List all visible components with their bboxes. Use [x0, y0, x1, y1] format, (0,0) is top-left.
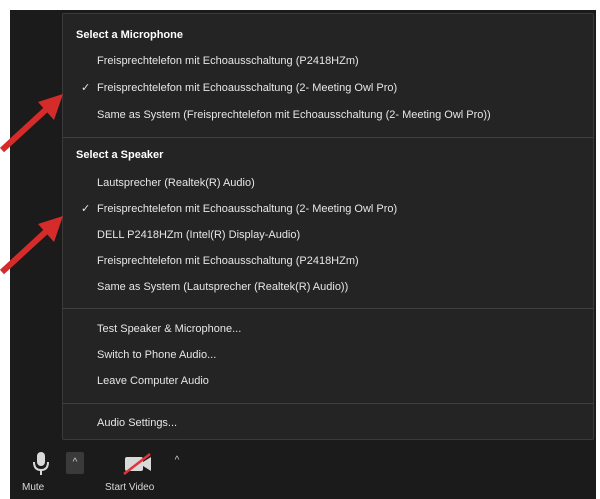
video-options-caret-button[interactable]: ^	[170, 452, 184, 470]
mute-label: Mute	[22, 482, 45, 493]
mic-option-3[interactable]: Same as System (Freisprechtelefon mit Ec…	[63, 104, 593, 126]
check-icon: ✓	[81, 203, 91, 215]
menu-item-label: Audio Settings...	[97, 417, 178, 429]
check-icon: ✓	[81, 82, 91, 94]
leave-computer-audio-item[interactable]: Leave Computer Audio	[63, 370, 593, 392]
mic-option-label: Same as System (Freisprechtelefon mit Ec…	[97, 109, 491, 121]
arrow-annotation-icon	[0, 216, 63, 275]
divider	[63, 137, 593, 138]
speaker-section-title: Select a Speaker	[76, 149, 164, 161]
start-video-button[interactable]: Start Video	[105, 448, 175, 496]
speaker-option-2[interactable]: ✓ Freisprechtelefon mit Echoausschaltung…	[63, 198, 593, 220]
mic-option-label: Freisprechtelefon mit Echoausschaltung (…	[97, 55, 359, 67]
audio-options-caret-button[interactable]: ^	[66, 452, 84, 474]
speaker-option-label: Same as System (Lautsprecher (Realtek(R)…	[97, 281, 349, 293]
mic-option-2[interactable]: ✓ Freisprechtelefon mit Echoausschaltung…	[63, 77, 593, 99]
speaker-option-4[interactable]: Freisprechtelefon mit Echoausschaltung (…	[63, 250, 593, 272]
speaker-option-label: DELL P2418HZm (Intel(R) Display-Audio)	[97, 229, 301, 241]
video-camera-off-icon	[123, 453, 151, 475]
speaker-option-label: Freisprechtelefon mit Echoausschaltung (…	[97, 203, 398, 215]
microphone-section-title: Select a Microphone	[76, 29, 183, 41]
speaker-option-label: Lautsprecher (Realtek(R) Audio)	[97, 177, 255, 189]
meeting-toolbar: Mute ^ Start Video ^	[10, 442, 596, 499]
speaker-option-5[interactable]: Same as System (Lautsprecher (Realtek(R)…	[63, 276, 593, 298]
arrow-annotation-icon	[0, 94, 63, 153]
menu-item-label: Switch to Phone Audio...	[97, 349, 217, 361]
switch-phone-audio-item[interactable]: Switch to Phone Audio...	[63, 344, 593, 366]
mic-option-1[interactable]: Freisprechtelefon mit Echoausschaltung (…	[63, 50, 593, 72]
speaker-option-3[interactable]: DELL P2418HZm (Intel(R) Display-Audio)	[63, 224, 593, 246]
start-video-label: Start Video	[105, 482, 155, 493]
chevron-up-icon: ^	[174, 455, 180, 466]
audio-settings-item[interactable]: Audio Settings...	[63, 412, 593, 434]
menu-item-label: Test Speaker & Microphone...	[97, 323, 242, 335]
divider	[63, 403, 593, 404]
test-speaker-mic-item[interactable]: Test Speaker & Microphone...	[63, 318, 593, 340]
mute-button[interactable]: Mute	[22, 448, 62, 496]
speaker-option-1[interactable]: Lautsprecher (Realtek(R) Audio)	[63, 172, 593, 194]
mic-option-label: Freisprechtelefon mit Echoausschaltung (…	[97, 82, 398, 94]
speaker-option-label: Freisprechtelefon mit Echoausschaltung (…	[97, 255, 359, 267]
chevron-up-icon: ^	[72, 457, 78, 468]
menu-item-label: Leave Computer Audio	[97, 375, 209, 387]
divider	[63, 308, 593, 309]
audio-menu: Select a Microphone Freisprechtelefon mi…	[62, 13, 594, 440]
microphone-icon	[33, 452, 49, 475]
